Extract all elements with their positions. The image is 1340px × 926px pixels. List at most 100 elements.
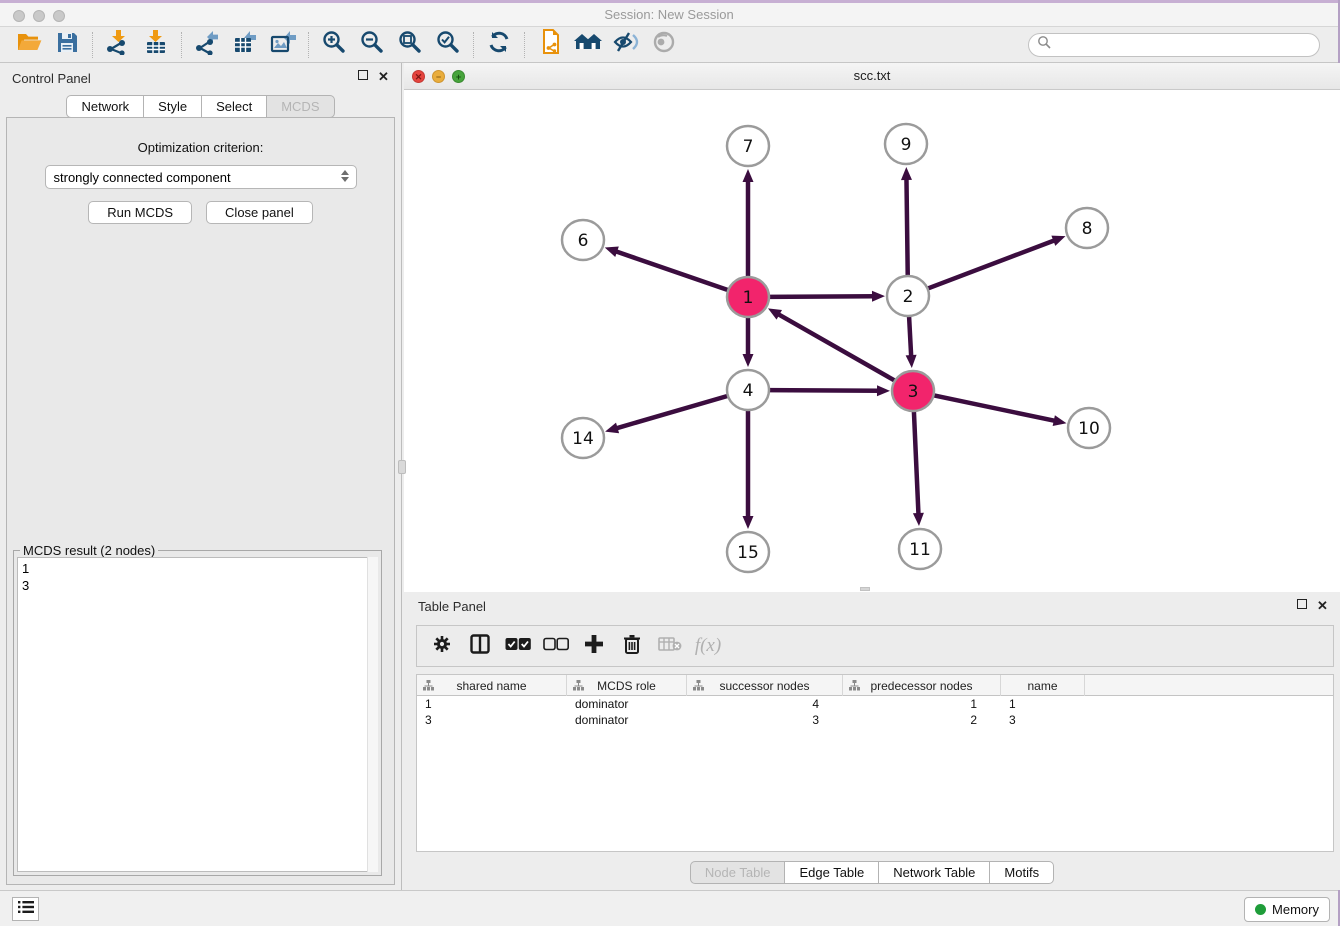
network-canvas[interactable]: 7 9 6 8 1 2 4 3 14 10 15 11 xyxy=(404,90,1340,592)
tab-edge-table[interactable]: Edge Table xyxy=(784,861,878,884)
close-table-panel-icon[interactable]: ✕ xyxy=(1317,599,1330,612)
import-network-button[interactable] xyxy=(99,30,137,60)
close-panel-button[interactable]: Close panel xyxy=(206,201,313,224)
graph-edge-1-6[interactable] xyxy=(614,251,728,290)
show-panels-button[interactable] xyxy=(12,897,39,921)
column-header-successor-nodes[interactable]: successor nodes xyxy=(687,675,843,696)
graph-node-14[interactable]: 14 xyxy=(562,418,604,458)
graph-edge-2-8[interactable] xyxy=(928,240,1057,289)
add-column-button[interactable] xyxy=(579,631,609,661)
houses-icon xyxy=(573,31,603,58)
first-neighbors-button[interactable] xyxy=(569,30,607,60)
column-header-name[interactable]: name xyxy=(1001,675,1085,696)
graph-node-11[interactable]: 11 xyxy=(899,529,941,569)
graph-node-10[interactable]: 10 xyxy=(1068,408,1110,448)
column-header-predecessor-nodes[interactable]: predecessor nodes xyxy=(843,675,1001,696)
save-session-button[interactable] xyxy=(48,30,86,60)
tab-select[interactable]: Select xyxy=(201,95,266,118)
select-all-button[interactable] xyxy=(503,631,533,661)
graph-node-label: 9 xyxy=(901,135,912,155)
toolbar-separator xyxy=(473,32,474,58)
graph-edge-3-1[interactable] xyxy=(777,313,895,380)
graph-node-9[interactable]: 9 xyxy=(885,124,927,164)
toolbar-separator xyxy=(92,32,93,58)
graph-edge-4-3[interactable] xyxy=(769,390,880,391)
mcds-panel: Optimization criterion: strongly connect… xyxy=(6,117,395,885)
graph-node-2[interactable]: 2 xyxy=(887,276,929,316)
zoom-selected-button[interactable] xyxy=(429,30,467,60)
graph-edge-1-2[interactable] xyxy=(769,296,875,297)
tab-network-table[interactable]: Network Table xyxy=(878,861,989,884)
hide-selected-button[interactable] xyxy=(607,30,645,60)
graph-edge-arrowhead xyxy=(877,385,890,396)
graph-node-7[interactable]: 7 xyxy=(727,126,769,166)
zoom-fit-button[interactable] xyxy=(391,30,429,60)
float-table-panel-icon[interactable] xyxy=(1297,599,1307,609)
new-network-from-selection-button[interactable] xyxy=(531,30,569,60)
import-table-button[interactable] xyxy=(137,30,175,60)
float-panel-icon[interactable] xyxy=(358,70,368,80)
show-all-button[interactable] xyxy=(645,30,683,60)
deselect-all-button[interactable] xyxy=(541,631,571,661)
apply-layout-button[interactable] xyxy=(480,30,518,60)
delete-table-button[interactable] xyxy=(655,631,685,661)
cell-predecessor-nodes: 2 xyxy=(843,712,1001,728)
graph-node-15[interactable]: 15 xyxy=(727,532,769,572)
table-row[interactable]: 3 dominator 3 2 3 xyxy=(417,712,1333,728)
import-table-icon xyxy=(143,29,169,60)
graph-edge-3-11[interactable] xyxy=(914,412,919,516)
export-network-button[interactable] xyxy=(188,30,226,60)
column-header-mcds-role[interactable]: MCDS role xyxy=(567,675,687,696)
control-panel-title: Control Panel xyxy=(12,71,91,86)
graph-node-label: 10 xyxy=(1078,419,1100,439)
graph-node-label: 4 xyxy=(743,381,754,401)
export-image-button[interactable] xyxy=(264,30,302,60)
zoom-in-button[interactable] xyxy=(315,30,353,60)
graph-edge-2-9[interactable] xyxy=(906,177,907,275)
graph-node-label: 2 xyxy=(903,287,914,307)
export-table-button[interactable] xyxy=(226,30,264,60)
close-panel-icon[interactable]: ✕ xyxy=(378,70,391,83)
search-field[interactable] xyxy=(1028,33,1320,57)
column-header-shared-name[interactable]: shared name xyxy=(417,675,567,696)
graph-node-6[interactable]: 6 xyxy=(562,220,604,260)
optimization-criterion-label: Optimization criterion: xyxy=(7,140,394,155)
delete-column-button[interactable] xyxy=(617,631,647,661)
search-icon xyxy=(1037,35,1051,54)
graph-node-3[interactable]: 3 xyxy=(892,371,934,411)
table-settings-button[interactable] xyxy=(427,631,457,661)
search-input[interactable] xyxy=(1051,35,1319,55)
panel-splitter-handle[interactable] xyxy=(398,460,406,474)
result-scrollbar[interactable] xyxy=(367,557,378,872)
tab-network[interactable]: Network xyxy=(66,95,143,118)
tab-style[interactable]: Style xyxy=(143,95,201,118)
criterion-dropdown[interactable]: strongly connected component xyxy=(45,165,357,189)
graph-node-8[interactable]: 8 xyxy=(1066,208,1108,248)
toggle-columns-button[interactable] xyxy=(465,631,495,661)
open-session-button[interactable] xyxy=(10,30,48,60)
graph-node-4[interactable]: 4 xyxy=(727,370,769,410)
run-mcds-button[interactable]: Run MCDS xyxy=(88,201,192,224)
graph-node-label: 14 xyxy=(572,429,594,449)
graph-edge-3-10[interactable] xyxy=(934,395,1057,421)
cell-mcds-role: dominator xyxy=(567,712,687,728)
hierarchy-icon xyxy=(693,680,704,694)
tab-node-table[interactable]: Node Table xyxy=(690,861,785,884)
graph-node-1[interactable]: 1 xyxy=(727,277,769,317)
graph-node-label: 7 xyxy=(743,137,754,157)
graph-edge-arrowhead xyxy=(913,513,924,526)
mcds-result-text[interactable]: 1 3 xyxy=(17,557,378,872)
memory-button[interactable]: Memory xyxy=(1244,897,1330,922)
control-panel-tabs: Network Style Select MCDS xyxy=(0,95,401,118)
table-row[interactable]: 1 dominator 4 1 1 xyxy=(417,696,1333,712)
graph-edge-2-3[interactable] xyxy=(909,317,911,358)
gear-icon xyxy=(432,634,452,659)
hierarchy-icon xyxy=(573,680,584,694)
tab-mcds[interactable]: MCDS xyxy=(266,95,334,118)
tab-motifs[interactable]: Motifs xyxy=(989,861,1054,884)
table-panel-title: Table Panel xyxy=(418,599,486,614)
zoom-out-button[interactable] xyxy=(353,30,391,60)
canvas-splitter-handle[interactable] xyxy=(860,587,870,591)
function-builder-button[interactable]: f(x) xyxy=(693,631,723,661)
graph-edge-4-14[interactable] xyxy=(615,396,728,429)
